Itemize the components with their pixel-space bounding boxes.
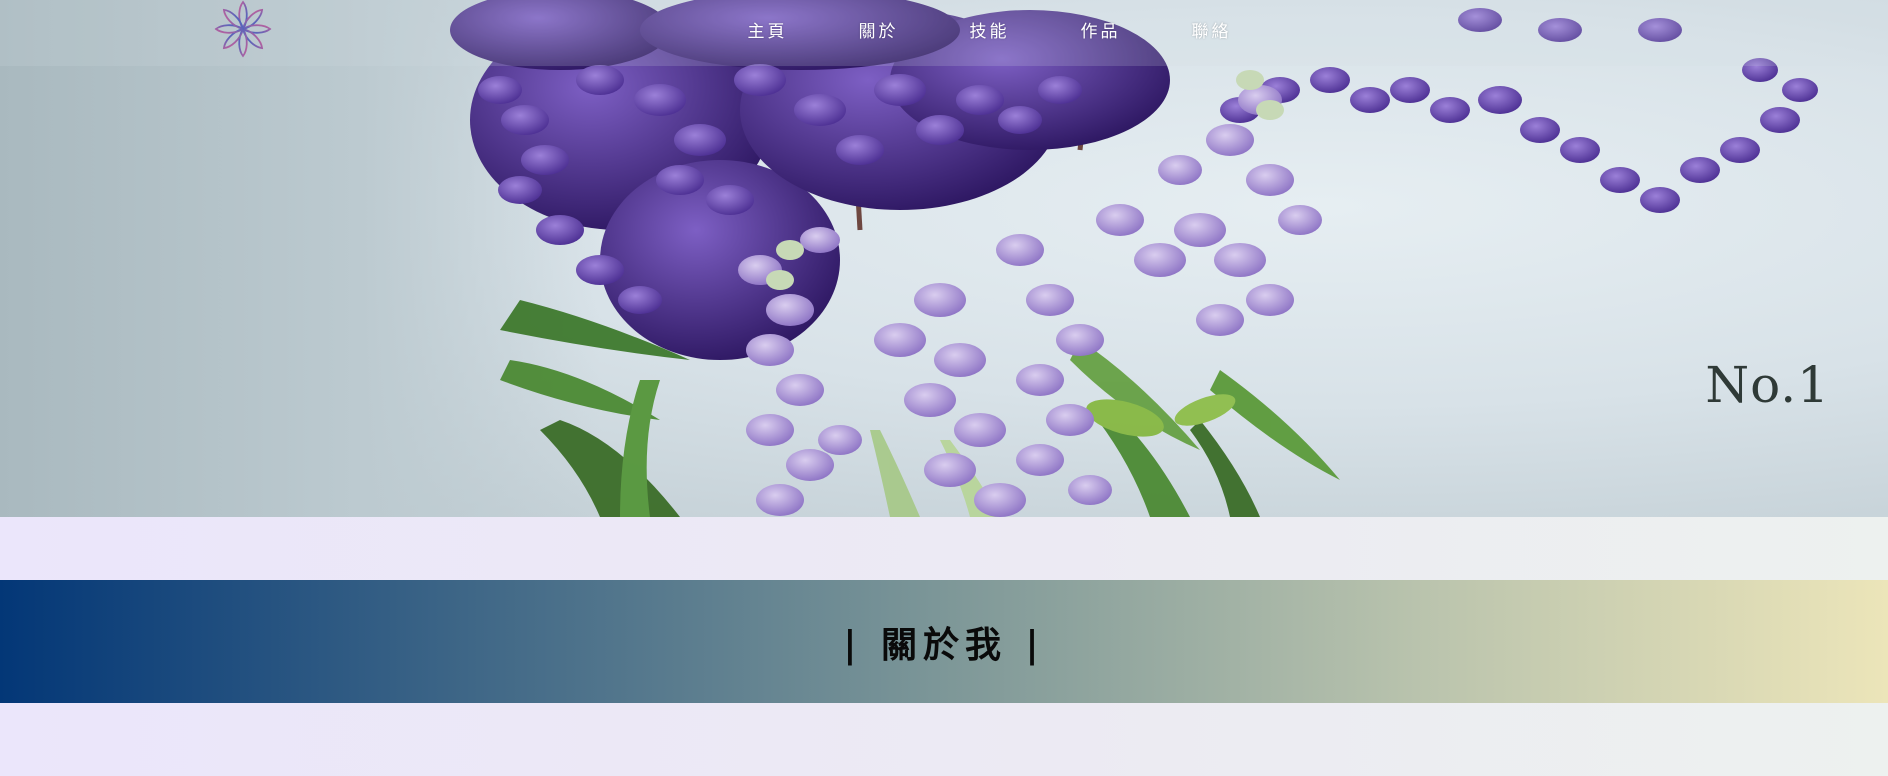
section-spacer-top [0,517,1888,580]
about-section-title: | 關於我 | [843,623,1045,666]
nav-item-contact[interactable]: 聯絡 [1156,17,1267,42]
nav-item-skills[interactable]: 技能 [934,17,1045,42]
hero-number-label: No.1 [1705,356,1830,414]
section-spacer-bottom [0,703,1888,776]
hero-banner: 主頁 關於 技能 作品 聯絡 No.1 [0,0,1888,517]
main-nav: 主頁 關於 技能 作品 聯絡 [712,0,1267,58]
lotus-flower-icon[interactable] [214,0,272,58]
top-navbar: 主頁 關於 技能 作品 聯絡 [0,0,1888,66]
nav-item-works[interactable]: 作品 [1045,17,1156,42]
lupine-flowers-image [450,0,1818,517]
nav-item-home[interactable]: 主頁 [712,17,823,42]
nav-item-about[interactable]: 關於 [823,17,934,42]
about-section-header: | 關於我 | [0,580,1888,703]
